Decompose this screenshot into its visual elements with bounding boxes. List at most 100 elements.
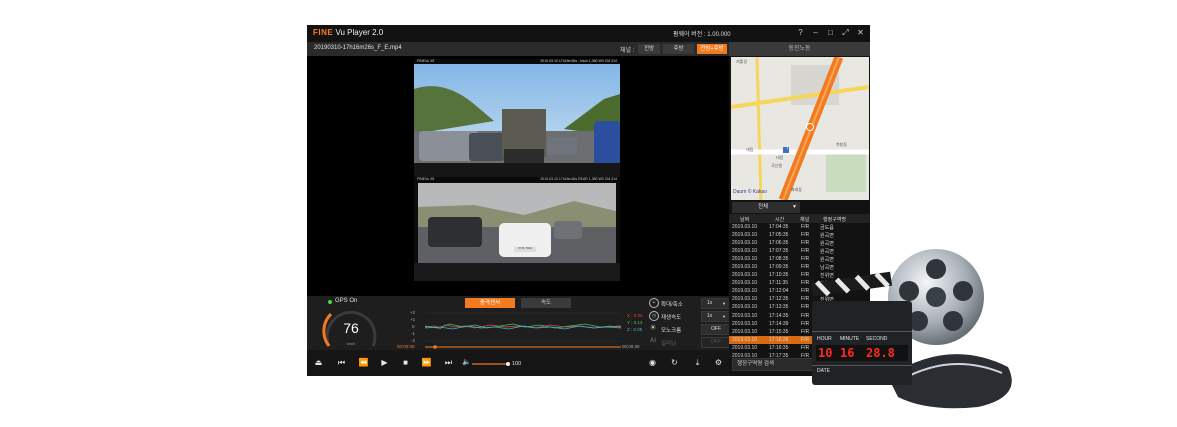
map-label-3: 대림 xyxy=(776,155,784,160)
mono-label: 모노크롬 xyxy=(661,328,682,334)
help-icon[interactable]: ? xyxy=(797,28,804,37)
control-panel: GPS On 76 km/h 충격센서 속도 +2 +1 0 -1 -2 X:… xyxy=(307,296,730,350)
list-cell-time: 17:09:35 xyxy=(769,264,789,271)
filter-chevron-down-icon: ▼ xyxy=(792,204,797,210)
list-cell-date: 2019.03.10 xyxy=(732,320,758,327)
file-bar: 20190310-17h16m26s_F_E.mp4 채널 : 전방 후방 전방… xyxy=(307,42,729,56)
ai-toggle[interactable]: OFF xyxy=(701,337,730,348)
y-value: Y : 0.13 xyxy=(627,320,643,325)
fast-forward-icon[interactable]: ⏩ xyxy=(421,358,432,368)
next-file-icon[interactable]: ⏭ xyxy=(443,358,454,368)
front-camera-view[interactable]: FINEVu X5 2019.03.10 17h16m26s - track 1… xyxy=(414,59,620,177)
speed-unit: km/h xyxy=(346,341,356,346)
clapper-hour: 10 xyxy=(818,346,833,360)
z-value: Z : 0.05 xyxy=(627,327,643,332)
list-cell-area: 원곡면 xyxy=(820,233,834,240)
options-panel: + 확대/축소 1x ▼ ◷ 재생속도 1x ▼ ☀ 모노크롬 OFF Ai 일러닝… xyxy=(647,296,730,350)
map-image xyxy=(731,57,869,200)
window-controls: ? – □ ⤢ ✕ xyxy=(797,28,864,37)
sensor-graph-panel: 충격센서 속도 +2 +1 0 -1 -2 X : 0.00 Y : 0.13 … xyxy=(395,296,647,350)
area-search-input[interactable]: 행정구역명 검색 xyxy=(732,358,817,371)
zoom-select[interactable]: 1x ▼ xyxy=(701,298,730,309)
rear-camera-image xyxy=(414,177,620,281)
clapper-second-label: SECOND xyxy=(866,336,888,342)
previous-file-icon[interactable]: ⏮ xyxy=(336,358,347,368)
map-label-6: 화대동 xyxy=(791,187,803,192)
list-cell-date: 2019.03.10 xyxy=(732,256,758,263)
list-cell-time: 17:16:35 xyxy=(769,344,789,351)
front-camera-image xyxy=(414,59,620,177)
map-attribution: Daum © Kakao xyxy=(733,189,767,195)
list-cell-date: 2019.03.10 xyxy=(732,336,758,343)
minimize-icon[interactable]: – xyxy=(812,28,819,37)
list-cell-date: 2019.03.10 xyxy=(732,240,758,247)
firmware-version: 펌웨어 버전 : 1.00.000 xyxy=(673,32,731,38)
x-value: X : 0.00 xyxy=(627,313,643,318)
time-start: 00:00:00 xyxy=(397,344,415,349)
header-channel: 채널 xyxy=(800,217,810,223)
clapper-second: 28.8 xyxy=(866,346,895,360)
list-filter-dropdown[interactable]: 전체 ▼ xyxy=(732,202,800,213)
stop-icon[interactable]: ■ xyxy=(400,358,411,368)
ai-label: 일러닝 xyxy=(661,341,677,347)
rear-osd-left: FINEVu X5 xyxy=(417,177,435,181)
play-icon[interactable]: ▶ xyxy=(379,358,390,368)
list-item[interactable]: 2019.03.10 17:04:35 F/R 금도읍 xyxy=(729,223,870,231)
area-search-placeholder: 행정구역명 검색 xyxy=(737,361,774,367)
speed-value: 76 xyxy=(343,320,359,336)
list-cell-date: 2019.03.10 xyxy=(732,328,758,335)
playback-speed-icon: ◷ xyxy=(649,311,659,321)
ai-value: OFF xyxy=(711,339,721,345)
channel-front-button[interactable]: 전방 xyxy=(638,44,660,54)
header-date: 날짜 xyxy=(740,217,750,223)
rear-osd: FINEVu X5 2019.03.10 17h16m26s REAR 1,38… xyxy=(414,177,620,182)
mono-toggle[interactable]: OFF xyxy=(701,324,730,335)
map-route-label: 1 xyxy=(786,145,789,150)
list-cell-date: 2019.03.10 xyxy=(732,224,758,230)
close-icon[interactable]: ✕ xyxy=(857,28,864,37)
channel-rear-button[interactable]: 후방 xyxy=(663,44,694,54)
list-cell-time: 17:04:35 xyxy=(769,224,789,230)
gps-panel: GPS On 76 km/h xyxy=(307,296,395,350)
logo-brand: FINE xyxy=(313,28,334,37)
settings-gear-icon[interactable]: ⚙ xyxy=(713,358,724,368)
list-cell-time: 17:05:35 xyxy=(769,232,789,239)
list-cell-date: 2019.03.10 xyxy=(732,248,758,255)
channel-both-button[interactable]: 전방+후방 xyxy=(697,44,727,54)
download-icon[interactable]: ⤓ xyxy=(692,358,703,368)
time-end: 00:00:30 xyxy=(622,344,640,349)
brightness-icon: ☀ xyxy=(649,323,657,332)
list-cell-area: 금도읍 xyxy=(820,225,834,231)
rear-camera-view[interactable]: FINEVu X5 2019.03.10 17h16m26s REAR 1,38… xyxy=(414,177,620,281)
list-cell-time: 17:16:26 xyxy=(769,336,789,343)
list-cell-time: 17:11:35 xyxy=(769,280,789,287)
maximize-icon[interactable]: □ xyxy=(827,28,834,37)
volume-slider[interactable] xyxy=(471,361,511,367)
rewind-icon[interactable]: ⏪ xyxy=(358,358,369,368)
rotate-icon[interactable]: ↻ xyxy=(669,358,680,368)
map-view[interactable]: 1 저틀길 대림 대림 북창동 국산원 화대동 Daum © Kakao xyxy=(731,57,869,200)
list-cell-time: 17:08:35 xyxy=(769,256,789,263)
event-list-header: 날짜 시간 채널 행정구역명 xyxy=(729,214,870,223)
list-cell-time: 17:12:04 xyxy=(769,288,789,295)
title-bar: FINE Vu Player 2.0 펌웨어 버전 : 1.00.000 ? –… xyxy=(307,25,870,42)
eject-icon[interactable]: ⏏ xyxy=(313,358,324,368)
transport-bar: ⏏ ⏮ ⏪ ▶ ■ ⏩ ⏭ 🔈 100 ◉ ↻ ⤓ ⚙ xyxy=(307,350,729,376)
list-item[interactable]: 2019.03.10 17:05:35 F/R 원곡면 xyxy=(729,231,870,239)
header-time: 시간 xyxy=(775,217,785,223)
list-cell-ch: F/R xyxy=(801,240,810,247)
list-cell-date: 2019.03.10 xyxy=(732,272,758,279)
playback-label: 재생속도 xyxy=(661,315,682,321)
playback-value: 1x xyxy=(707,313,713,319)
sensor-graph[interactable] xyxy=(395,296,647,350)
zoom-value: 1x xyxy=(707,300,713,306)
video-area[interactable]: FINEVu X5 2019.03.10 17h16m26s - track 1… xyxy=(307,56,729,296)
list-cell-date: 2019.03.10 xyxy=(732,344,758,351)
playback-speed-select[interactable]: 1x ▼ xyxy=(701,311,730,322)
camera-icon[interactable]: ◉ xyxy=(647,358,658,368)
fullscreen-icon[interactable]: ⤢ xyxy=(842,28,849,37)
list-cell-time: 17:15:35 xyxy=(769,328,789,335)
list-cell-date: 2019.03.10 xyxy=(732,264,758,271)
list-item[interactable]: 2019.03.10 17:06:35 F/R 원곡면 xyxy=(729,239,870,247)
front-osd-left: FINEVu X5 xyxy=(417,59,435,63)
